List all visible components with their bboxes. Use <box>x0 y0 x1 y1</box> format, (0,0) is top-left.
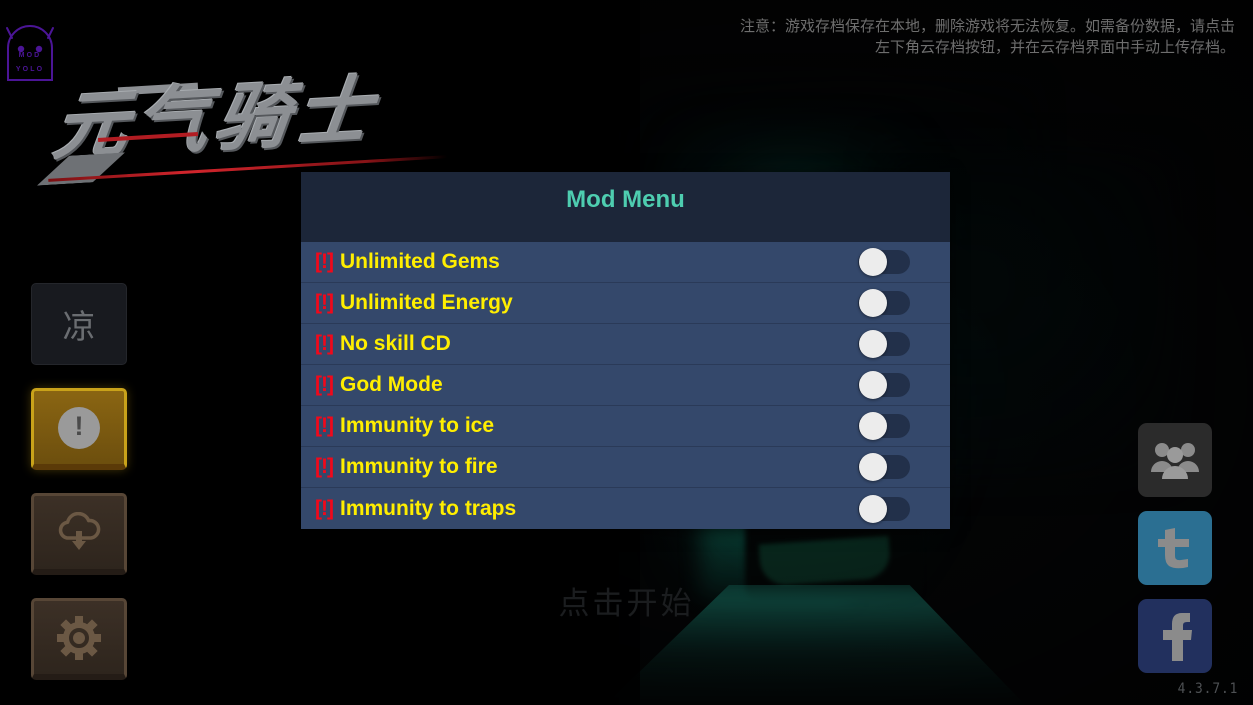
mod-option-label: Immunity to ice <box>339 414 495 437</box>
sidebar-item-cloud-save[interactable] <box>31 493 127 575</box>
people-group-icon <box>1151 443 1199 479</box>
social-buttons <box>1138 423 1212 687</box>
exclamation-glyph: ! <box>74 411 84 441</box>
mod-menu-row[interactable]: [!] Unlimited Gems <box>301 242 950 283</box>
mod-option-toggle[interactable] <box>858 453 910 481</box>
toggle-knob <box>859 494 887 523</box>
save-warning-text: 注意：游戏存档保存在本地，删除游戏将无法恢复。如需备份数据，请点击左下角云存档按… <box>739 17 1235 57</box>
text-glyph-icon: 凉 <box>62 307 96 346</box>
mod-menu-row-label: [!] No skill CD <box>315 332 858 356</box>
alert-marker-icon: [!] <box>315 291 334 314</box>
mod-menu-row-label: [!] Immunity to traps <box>315 497 858 521</box>
alert-marker-icon: [!] <box>315 455 334 478</box>
mod-option-label: No skill CD <box>339 332 451 355</box>
mod-menu-row-label: [!] Unlimited Energy <box>315 291 858 315</box>
mod-option-toggle[interactable] <box>858 494 910 523</box>
mod-menu-row[interactable]: [!] Unlimited Energy <box>301 283 950 324</box>
toggle-knob <box>859 248 887 276</box>
game-logo: 元气骑士 <box>40 55 460 180</box>
toggle-knob <box>859 330 887 358</box>
mod-option-toggle[interactable] <box>858 412 910 440</box>
mod-menu-row-label: [!] Immunity to ice <box>315 414 858 438</box>
mod-option-label: Unlimited Gems <box>339 250 500 273</box>
mod-option-toggle[interactable] <box>858 330 910 358</box>
left-sidebar: 凉 ! <box>31 283 127 703</box>
toggle-knob <box>859 371 887 399</box>
mod-menu-row-label: [!] Unlimited Gems <box>315 250 858 274</box>
twitter-icon <box>1158 528 1189 569</box>
mod-menu-row-label: [!] Immunity to fire <box>315 455 858 479</box>
mod-menu-list: [!] Unlimited Gems [!] Unlimited Energy [!] N… <box>301 242 950 529</box>
mod-option-label: Unlimited Energy <box>339 291 513 314</box>
mod-menu-row[interactable]: [!] God Mode <box>301 365 950 406</box>
mod-option-label: God Mode <box>339 373 443 396</box>
mod-menu-row[interactable]: [!] Immunity to ice <box>301 406 950 447</box>
mod-menu-title: Mod Menu <box>566 186 685 213</box>
alert-marker-icon: [!] <box>315 414 334 437</box>
toggle-knob <box>859 453 887 481</box>
mod-menu-panel: Mod Menu [!] Unlimited Gems [!] Unlimited E… <box>301 172 950 529</box>
twitter-button[interactable] <box>1138 511 1212 585</box>
mod-option-toggle[interactable] <box>858 248 910 276</box>
mod-menu-row[interactable]: [!] Immunity to traps <box>301 488 950 529</box>
alert-marker-icon: [!] <box>315 250 334 273</box>
alert-marker-icon: [!] <box>315 373 334 396</box>
mod-menu-row[interactable]: [!] No skill CD <box>301 324 950 365</box>
mod-option-toggle[interactable] <box>858 289 910 317</box>
start-prompt[interactable]: 点击开始 <box>0 578 1253 623</box>
mod-menu-row[interactable]: [!] Immunity to fire <box>301 447 950 488</box>
mod-option-label: Immunity to fire <box>339 455 498 478</box>
mod-option-label: Immunity to traps <box>339 496 517 520</box>
sidebar-item-notice[interactable]: ! <box>31 388 127 470</box>
alert-marker-icon: [!] <box>315 332 334 355</box>
toggle-knob <box>859 412 887 440</box>
community-button[interactable] <box>1138 423 1212 497</box>
mod-menu-header: Mod Menu <box>301 172 950 242</box>
mod-option-toggle[interactable] <box>858 371 910 399</box>
version-label: 4.3.7.1 <box>1177 681 1239 697</box>
exclamation-circle-icon: ! <box>58 406 100 449</box>
alert-marker-icon: [!] <box>315 496 334 520</box>
mod-menu-row-label: [!] God Mode <box>315 373 858 397</box>
toggle-knob <box>859 289 887 317</box>
cloud-download-icon <box>58 511 101 550</box>
sidebar-item-language[interactable]: 凉 <box>31 283 127 365</box>
